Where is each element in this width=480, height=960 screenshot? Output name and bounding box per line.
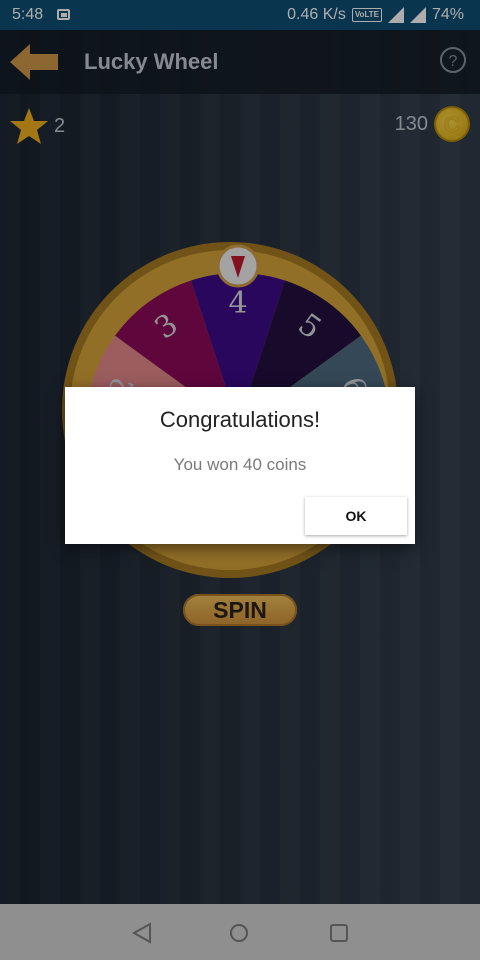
congratulations-dialog: Congratulations! You won 40 coins OK: [65, 387, 415, 544]
navigation-bar: [0, 904, 480, 960]
nav-home-icon[interactable]: [230, 924, 248, 942]
dialog-message: You won 40 coins: [173, 455, 307, 474]
nav-back-icon[interactable]: [132, 922, 152, 944]
nav-recent-icon[interactable]: [330, 924, 348, 942]
dialog-title: Congratulations!: [159, 407, 321, 432]
ok-button[interactable]: OK: [305, 497, 407, 535]
